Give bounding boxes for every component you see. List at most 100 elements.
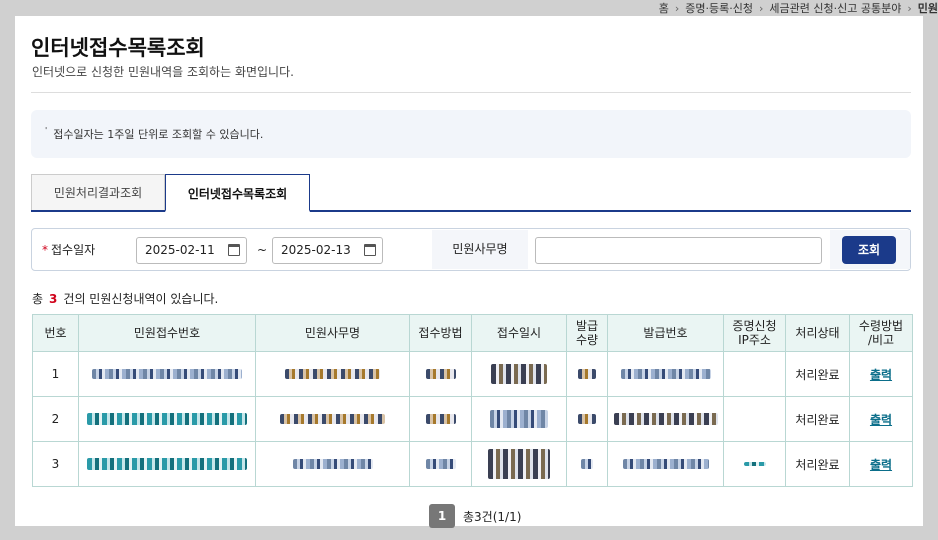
masked-cell [255, 351, 410, 397]
col-header-no: 번호 [32, 314, 79, 352]
masked-cell [78, 396, 256, 442]
date-from-input[interactable]: 2025-02-11 [136, 237, 247, 264]
masked-cell [607, 441, 724, 487]
office-label: 민원사무명 [432, 230, 528, 269]
print-link-cell: 출력 [849, 441, 913, 487]
chevron-right-icon: › [759, 2, 764, 15]
masked-cell [471, 351, 567, 397]
table-row: 2 처리완료 출력 [32, 396, 913, 442]
masked-cell [607, 351, 724, 397]
masked-cell [566, 441, 608, 487]
redacted-block [743, 462, 766, 466]
breadcrumb-home[interactable]: 홈 [659, 0, 669, 16]
masked-cell [723, 396, 786, 442]
col-header-receipt-no: 민원접수번호 [78, 314, 256, 352]
masked-cell [566, 351, 608, 397]
pagination: 1 총3건(1/1) [429, 504, 521, 528]
masked-cell [471, 441, 567, 487]
masked-cell [723, 441, 786, 487]
chevron-right-icon: › [907, 2, 912, 15]
calendar-icon[interactable] [364, 244, 376, 256]
redacted-block [425, 459, 456, 469]
print-link[interactable]: 출력 [870, 458, 892, 472]
date-to-input[interactable]: 2025-02-13 [272, 237, 383, 264]
office-name-input[interactable] [535, 237, 822, 264]
col-header-status: 처리상태 [785, 314, 850, 352]
pagination-summary: 총3건(1/1) [463, 509, 522, 524]
page-button-1[interactable]: 1 [429, 504, 455, 528]
col-header-ip: 증명신청 IP주소 [723, 314, 786, 352]
bullet-icon: ' [45, 126, 48, 135]
row-no: 1 [32, 351, 79, 397]
date-label: * 접수일자 [42, 241, 95, 258]
date-label-text: 접수일자 [51, 243, 96, 257]
redacted-block [425, 414, 456, 424]
date-from-value: 2025-02-11 [145, 243, 215, 257]
range-separator: ~ [257, 243, 268, 257]
print-link-cell: 출력 [849, 351, 913, 397]
masked-cell [471, 396, 567, 442]
masked-cell [607, 396, 724, 442]
redacted-block [488, 449, 550, 479]
redacted-block [92, 369, 242, 379]
notice-text: 접수일자는 1주일 단위로 조회할 수 있습니다. [53, 128, 264, 141]
main-content: 인터넷접수목록조회 인터넷으로 신청한 민원내역을 조회하는 화면입니다. ' 접… [15, 16, 923, 528]
chevron-right-icon: › [674, 2, 680, 15]
row-status: 처리완료 [785, 396, 850, 442]
redacted-block [425, 369, 456, 379]
page-subtitle: 인터넷으로 신청한 민원내역을 조회하는 화면입니다. [32, 65, 294, 79]
redacted-block [613, 413, 718, 425]
redacted-block [280, 414, 385, 424]
row-status: 처리완료 [785, 351, 850, 397]
masked-cell [255, 441, 410, 487]
masked-cell [566, 396, 608, 442]
col-header-datetime: 접수일시 [471, 314, 567, 352]
result-count-number: 3 [49, 292, 58, 306]
masked-cell [78, 441, 256, 487]
table-row: 1 처리완료 출력 [32, 351, 913, 397]
table-header-row: 번호 민원접수번호 민원사무명 접수방법 접수일시 발급 수량 발급번호 증명신… [32, 314, 913, 352]
print-link[interactable]: 출력 [870, 413, 892, 427]
row-no: 2 [32, 396, 79, 442]
redacted-block [622, 459, 709, 469]
masked-cell [409, 441, 472, 487]
table-row: 3 처리완료 출력 [32, 441, 913, 487]
tab-result-inquiry[interactable]: 민원처리결과조회 [31, 174, 165, 210]
redacted-block [620, 369, 711, 379]
col-header-issue-no: 발급번호 [607, 314, 724, 352]
result-count: 총 3 건의 민원신청내역이 있습니다. [32, 290, 218, 307]
calendar-icon[interactable] [228, 244, 240, 256]
masked-cell [78, 351, 256, 397]
redacted-block [285, 369, 380, 379]
masked-cell [723, 351, 786, 397]
divider [31, 92, 911, 93]
breadcrumb-level2[interactable]: 세금관련 신청·신고 공통분야 [769, 0, 901, 16]
tab-internet-list[interactable]: 인터넷접수목록조회 [165, 174, 310, 212]
col-header-quantity: 발급 수량 [566, 314, 608, 352]
redacted-block [581, 459, 593, 469]
breadcrumb-level1[interactable]: 증명·등록·신청 [685, 0, 753, 16]
row-no: 3 [32, 441, 79, 487]
masked-cell [255, 396, 410, 442]
redacted-block [490, 410, 548, 428]
search-button-area: 조회 [830, 230, 910, 269]
breadcrumb-current: 민원 [917, 2, 938, 15]
page-title: 인터넷접수목록조회 [31, 36, 205, 60]
masked-cell [409, 396, 472, 442]
result-prefix: 총 [32, 292, 44, 306]
col-header-office-name: 민원사무명 [255, 314, 410, 352]
row-status: 처리완료 [785, 441, 850, 487]
search-form: * 접수일자 2025-02-11 ~ 2025-02-13 민원사무명 조회 [31, 228, 911, 271]
redacted-block [578, 414, 596, 424]
redacted-block [87, 413, 247, 425]
print-link-cell: 출력 [849, 396, 913, 442]
masked-cell [409, 351, 472, 397]
redacted-block [578, 369, 596, 379]
search-button[interactable]: 조회 [842, 236, 896, 264]
print-link[interactable]: 출력 [870, 368, 892, 382]
col-header-receive: 수령방법 /비고 [849, 314, 913, 352]
col-header-method: 접수방법 [409, 314, 472, 352]
result-suffix: 건의 민원신청내역이 있습니다. [63, 292, 219, 306]
date-to-value: 2025-02-13 [281, 243, 351, 257]
notice-box: ' 접수일자는 1주일 단위로 조회할 수 있습니다. [31, 110, 911, 158]
